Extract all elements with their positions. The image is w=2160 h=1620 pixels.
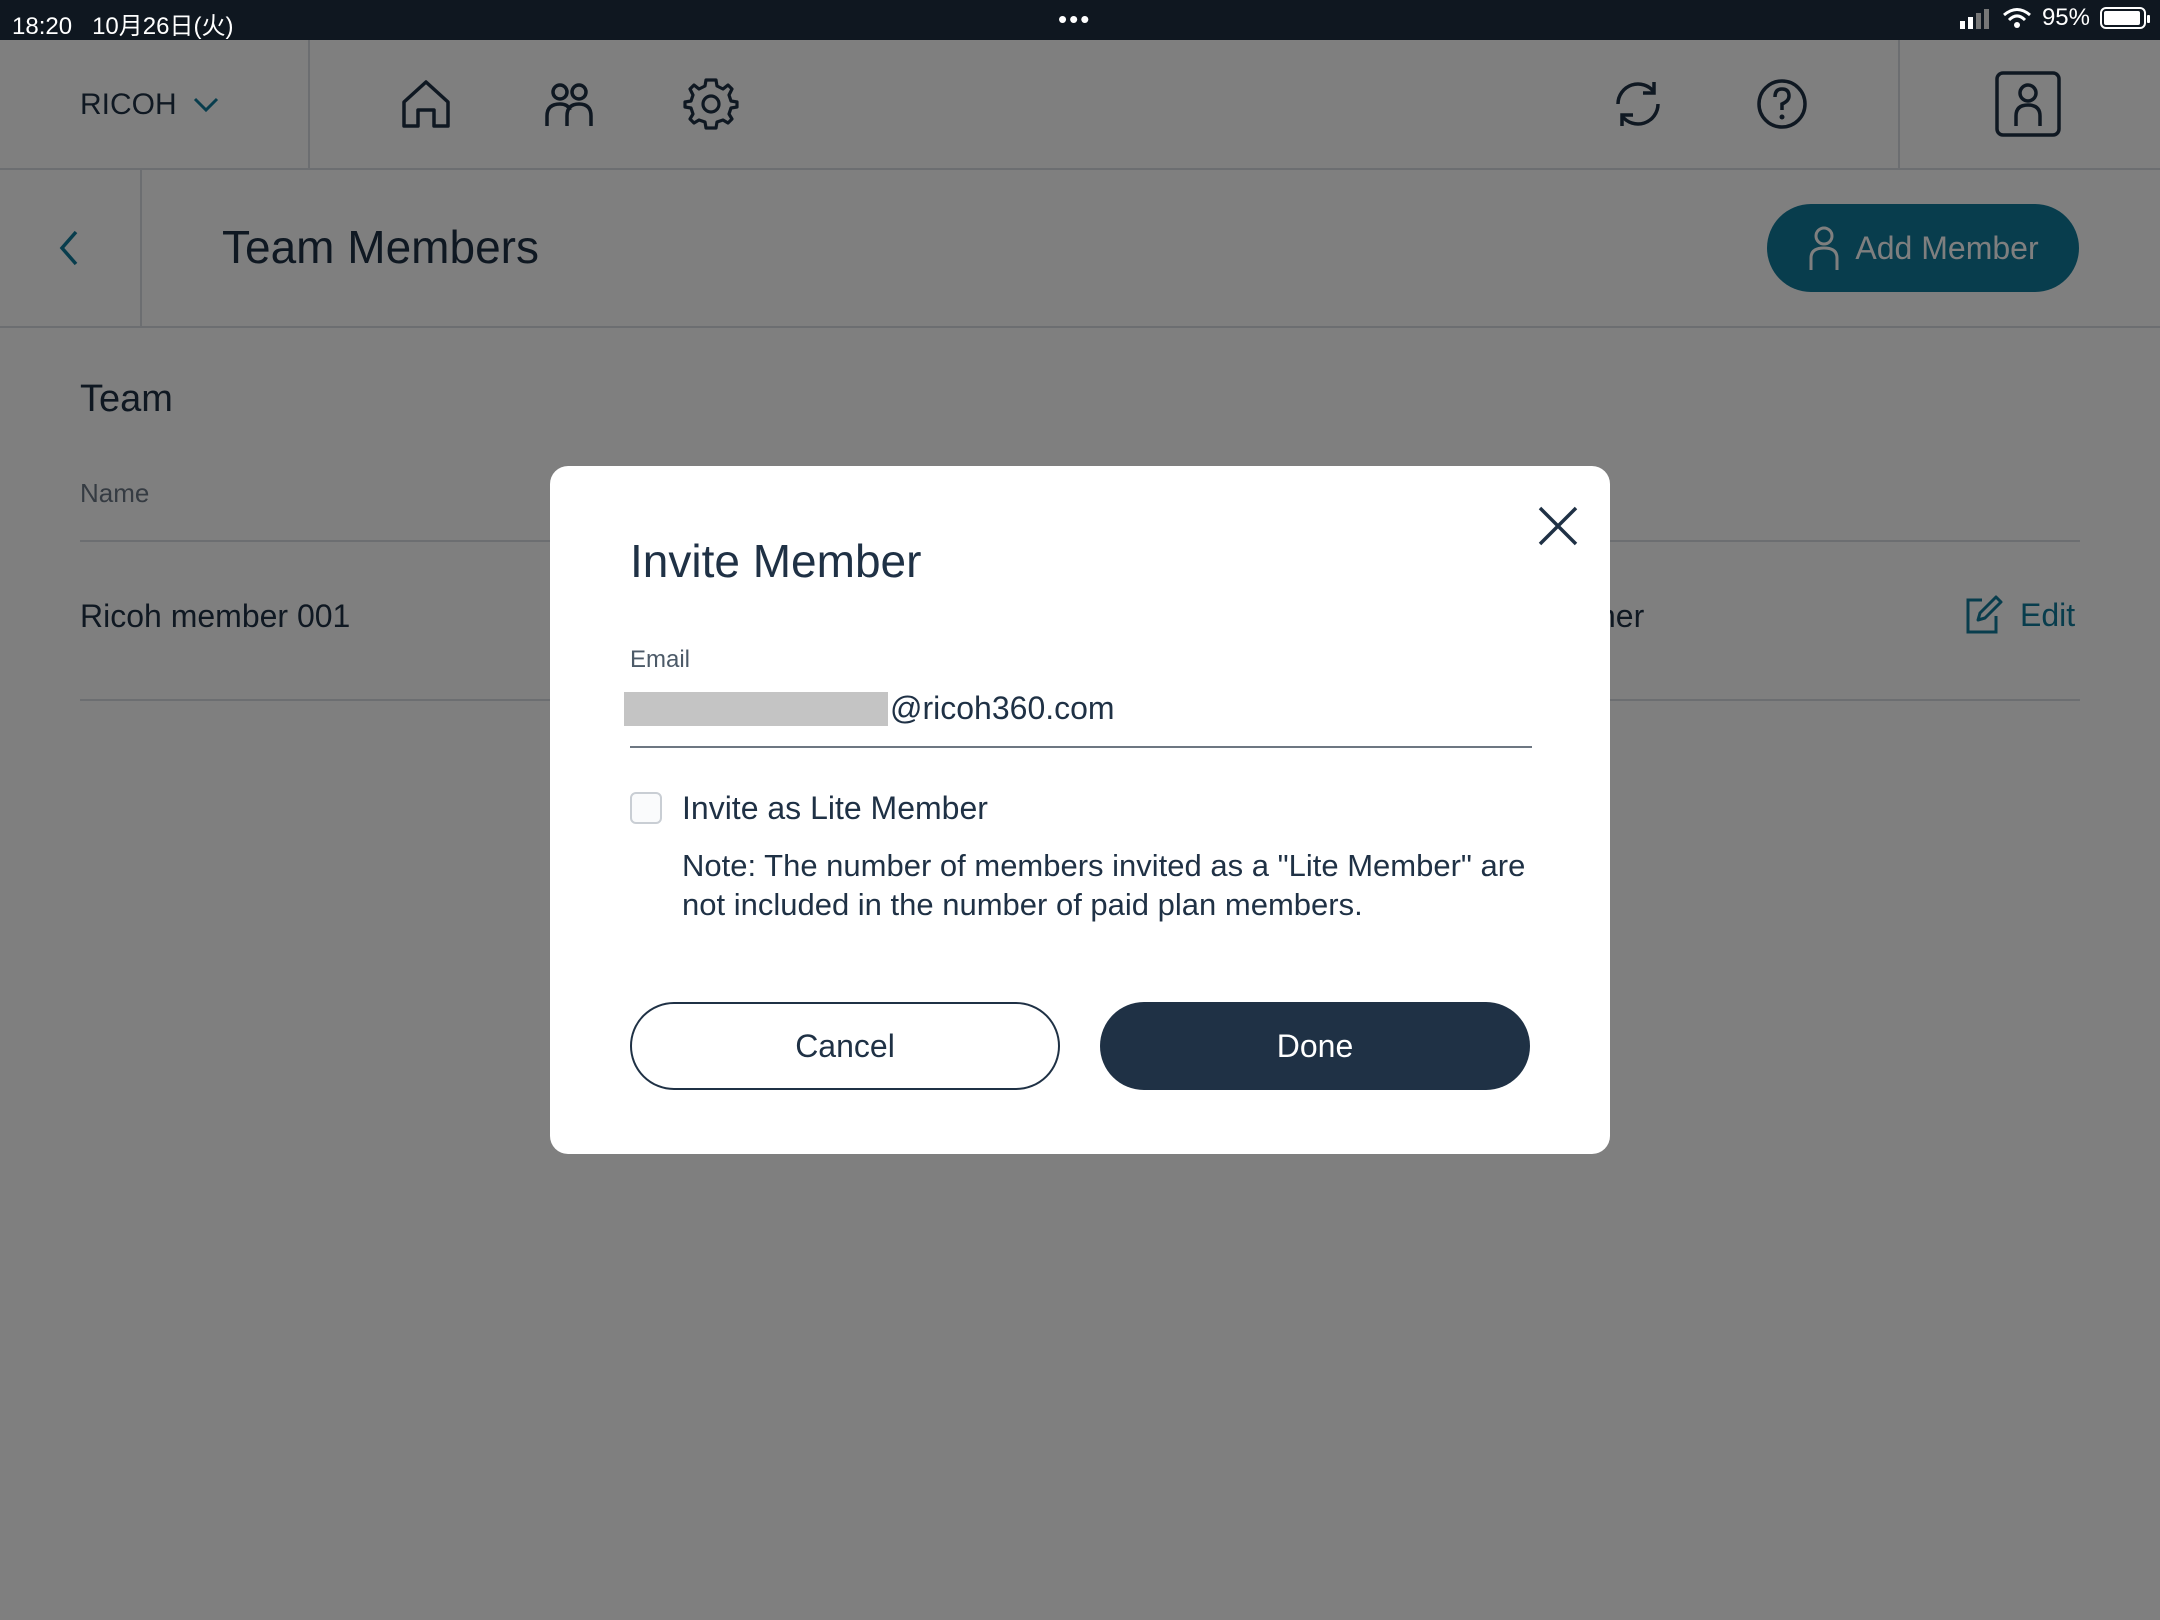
lite-member-checkbox[interactable] [630, 792, 662, 824]
lite-member-label[interactable]: Invite as Lite Member [682, 790, 988, 827]
battery-percent: 95% [2041, 4, 2090, 31]
status-right: 95% [1958, 4, 2150, 32]
battery-icon [2100, 7, 2150, 29]
status-time: 18:20 10月26日(火) [12, 13, 234, 40]
done-button[interactable]: Done [1100, 1002, 1530, 1090]
email-label: Email [630, 646, 691, 673]
email-domain: @ricoh360.com [890, 690, 1115, 726]
cancel-button[interactable]: Cancel [630, 1002, 1060, 1090]
multitask-dots[interactable]: ••• [1058, 4, 1091, 35]
invite-member-dialog: Invite Member Email @ricoh360.com Invite… [550, 466, 1610, 1154]
status-bar: 18:20 10月26日(火) ••• 95% [0, 0, 2160, 40]
email-field[interactable]: @ricoh360.com [624, 686, 1532, 748]
lite-member-note: Note: The number of members invited as a… [682, 848, 1526, 922]
status-date: 10月26日(火) [92, 13, 234, 40]
close-icon[interactable] [1532, 500, 1584, 552]
signal-icon [1959, 9, 1989, 29]
wifi-icon [2002, 8, 2031, 28]
dialog-title: Invite Member [630, 535, 922, 587]
redacted-email-prefix [624, 692, 888, 726]
